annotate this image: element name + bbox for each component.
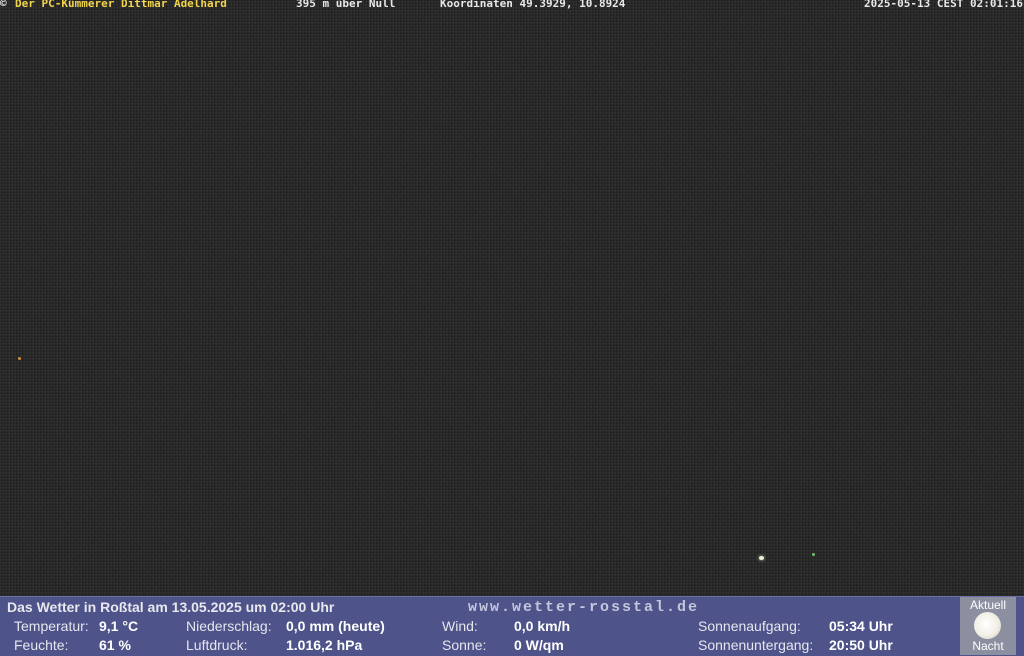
sun-label: Sonne:	[442, 637, 487, 653]
sunrise-label: Sonnenaufgang:	[698, 618, 801, 634]
webcam-view: © Der PC-Kümmerer Dittmar Adelhard 395 m…	[0, 0, 1024, 656]
green-light	[812, 553, 815, 556]
info-overlay: © Der PC-Kümmerer Dittmar Adelhard 395 m…	[0, 0, 1024, 11]
altitude-text: 395 m über Null	[296, 0, 396, 10]
coordinates-text: Koordinaten 49.3929, 10.8924	[440, 0, 626, 10]
sunset-value: 20:50 Uhr	[829, 637, 893, 653]
pressure-label: Luftdruck:	[186, 637, 248, 653]
street-light	[759, 556, 764, 560]
distant-light	[18, 357, 21, 360]
precipitation-label: Niederschlag:	[186, 618, 272, 634]
full-moon-icon	[974, 612, 1001, 639]
webcam-night-image	[0, 0, 1024, 596]
sunrise-value: 05:34 Uhr	[829, 618, 893, 634]
wind-label: Wind:	[442, 618, 478, 634]
weather-panel: Das Wetter in Roßtal am 13.05.2025 um 02…	[0, 596, 1024, 656]
precipitation-value: 0,0 mm (heute)	[286, 618, 385, 634]
sunset-label: Sonnenuntergang:	[698, 637, 814, 653]
timestamp-text: 2025-05-13 CEST 02:01:16	[864, 0, 1023, 10]
copyright-symbol: ©	[0, 0, 7, 10]
sun-value: 0 W/qm	[514, 637, 564, 653]
wind-value: 0,0 km/h	[514, 618, 571, 634]
temperature-label: Temperatur:	[14, 618, 89, 634]
moon-current-label: Aktuell	[969, 598, 1007, 612]
website-url: www.wetter-rosstal.de	[468, 599, 700, 616]
moon-night-label: Nacht	[972, 639, 1004, 653]
moon-phase-box: Aktuell Nacht	[960, 597, 1016, 655]
humidity-value: 61 %	[99, 637, 131, 653]
humidity-label: Feuchte:	[14, 637, 69, 653]
owner-name: Der PC-Kümmerer Dittmar Adelhard	[15, 0, 227, 10]
weather-headline: Das Wetter in Roßtal am 13.05.2025 um 02…	[7, 599, 335, 615]
temperature-value: 9,1 °C	[99, 618, 139, 634]
pressure-value: 1.016,2 hPa	[286, 637, 363, 653]
